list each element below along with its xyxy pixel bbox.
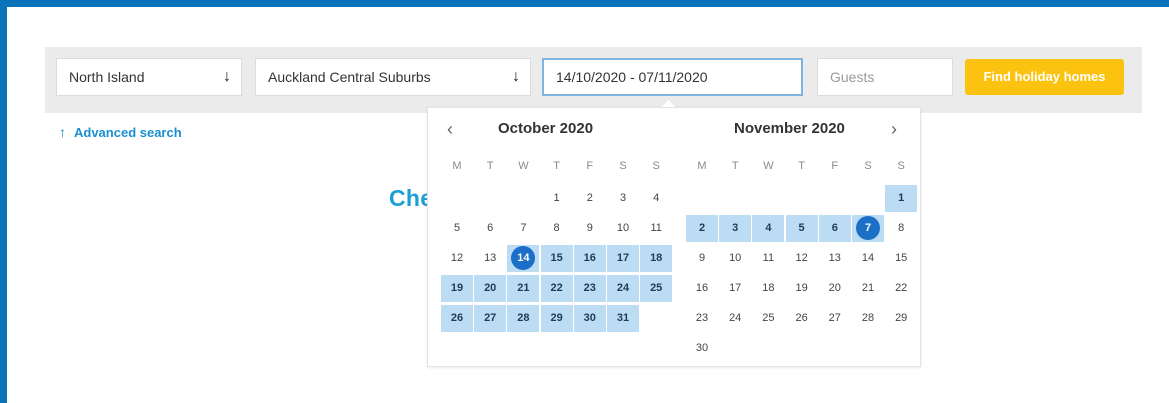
calendar-day[interactable]: 17 [719,275,751,302]
calendar-day[interactable]: 30 [573,305,606,332]
calendar-day[interactable]: 13 [819,245,851,272]
weekday-label: M [452,160,462,172]
calendar-day[interactable]: 2 [574,185,606,212]
region-select[interactable]: North Island ↓ [56,58,242,96]
advanced-search-link[interactable]: ↑ Advanced search [59,124,182,140]
calendar-day[interactable]: 20 [819,275,851,302]
guests-input[interactable]: Guests [817,58,953,96]
calendar-day[interactable]: 3 [607,185,639,212]
weekday-label: W [518,160,529,172]
calendar-day[interactable]: 11 [752,245,784,272]
calendar-day[interactable]: 5 [785,215,818,242]
arrow-down-icon: ↓ [512,68,520,85]
calendar-day[interactable]: 25 [640,275,673,302]
weekday-label: W [763,160,774,172]
calendar-day[interactable]: 29 [540,305,573,332]
calendar-day[interactable]: 23 [573,275,606,302]
date-picker-popover: ‹ › October 2020 November 2020 MTWTFSS12… [427,107,921,367]
calendar-day[interactable]: 27 [474,305,507,332]
calendar-day[interactable]: 17 [607,245,639,272]
calendar-day[interactable]: 25 [752,305,784,332]
arrow-up-icon: ↑ [59,124,66,140]
calendar-day[interactable]: 10 [719,245,751,272]
weekday-label: S [897,160,905,172]
calendar-day[interactable]: 9 [574,215,606,242]
calendar-day[interactable]: 28 [507,305,540,332]
calendar-day[interactable]: 19 [786,275,818,302]
calendar-day[interactable]: 21 [507,275,540,302]
date-range-value: 14/10/2020 - 07/11/2020 [556,69,708,85]
selected-day-marker: 14 [511,246,536,270]
month-title-october: October 2020 [498,120,594,137]
region-value: North Island [69,69,145,85]
calendar-day[interactable]: 4 [752,215,785,242]
area-select[interactable]: Auckland Central Suburbs ↓ [255,58,531,96]
weekday-label: T [731,160,739,172]
date-range-input[interactable]: 14/10/2020 - 07/11/2020 [542,58,803,96]
calendar-day[interactable]: 24 [719,305,751,332]
calendar-day[interactable]: 13 [474,245,506,272]
calendar-day[interactable]: 6 [818,215,851,242]
calendar-day[interactable]: 19 [441,275,473,302]
calendar-day[interactable]: 18 [640,245,673,272]
weekday-label: M [697,160,707,172]
page: North Island ↓ Auckland Central Suburbs … [7,7,1169,403]
calendar-day[interactable]: 14 [852,245,884,272]
calendar-day[interactable]: 6 [474,215,506,242]
month-title-november: November 2020 [734,120,845,137]
calendar-day[interactable]: 30 [686,335,718,362]
calendar-day[interactable]: 1 [541,185,573,212]
advanced-search-label: Advanced search [74,125,182,140]
calendar-day[interactable]: 27 [819,305,851,332]
guests-placeholder: Guests [830,69,875,85]
calendar-day[interactable]: 21 [852,275,884,302]
weekday-label: F [831,160,839,172]
calendar-day[interactable]: 14 [507,245,540,272]
calendar-day[interactable]: 8 [541,215,573,242]
calendar-day[interactable]: 15 [885,245,917,272]
weekday-label: S [619,160,627,172]
search-bar: North Island ↓ Auckland Central Suburbs … [45,47,1142,113]
calendar-day[interactable]: 5 [441,215,473,242]
calendar-day[interactable]: 20 [474,275,507,302]
calendar-day[interactable]: 4 [640,185,672,212]
calendar-day[interactable]: 7 [507,215,539,242]
calendar-day[interactable]: 10 [607,215,639,242]
calendar-day[interactable]: 7 [852,215,884,242]
calendar-day[interactable]: 11 [640,215,672,242]
calendar-day[interactable]: 16 [573,245,606,272]
calendar-day[interactable]: 26 [441,305,473,332]
calendar-day[interactable]: 1 [885,185,918,212]
calendar-day[interactable]: 12 [441,245,473,272]
calendar-day[interactable]: 18 [752,275,784,302]
calendar-day[interactable]: 26 [786,305,818,332]
chevron-right-icon[interactable]: › [891,119,897,140]
calendar-day[interactable]: 16 [686,275,718,302]
calendar-day[interactable]: 8 [885,215,917,242]
weekday-label: S [652,160,660,172]
calendar-day[interactable]: 2 [686,215,718,242]
calendar-day[interactable]: 23 [686,305,718,332]
calendar-day[interactable]: 3 [719,215,752,242]
weekday-label: F [586,160,594,172]
calendar-day[interactable]: 12 [786,245,818,272]
calendar-day[interactable]: 22 [540,275,573,302]
find-holiday-homes-button[interactable]: Find holiday homes [965,59,1124,95]
weekday-label: T [553,160,560,172]
selected-day-marker: 7 [856,216,880,240]
calendar-day[interactable]: 15 [540,245,573,272]
calendar-day[interactable]: 29 [885,305,917,332]
area-value: Auckland Central Suburbs [268,69,431,85]
calendar-day[interactable]: 22 [885,275,917,302]
calendar-day[interactable]: 28 [852,305,884,332]
calendar-day[interactable]: 31 [607,305,639,332]
weekday-label: S [864,160,872,172]
weekday-label: T [798,160,805,172]
weekday-label: T [486,160,494,172]
calendar-day[interactable]: 24 [607,275,639,302]
calendar-day[interactable]: 9 [686,245,718,272]
chevron-left-icon[interactable]: ‹ [447,119,453,140]
arrow-down-icon: ↓ [223,68,231,85]
